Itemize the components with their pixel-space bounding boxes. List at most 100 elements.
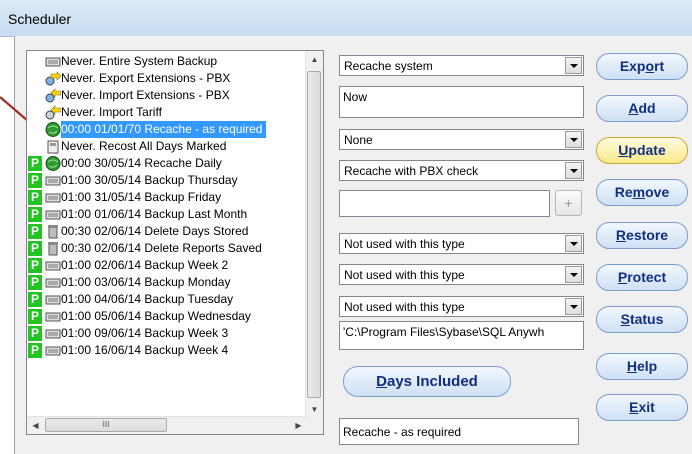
list-item[interactable]: Never. Import Tariff: [27, 104, 307, 121]
tariff-import-icon: [45, 105, 62, 120]
list-item[interactable]: P 01:00 03/06/14 Backup Monday: [27, 274, 307, 291]
extension-export-icon: [45, 71, 62, 86]
list-item[interactable]: P 01:00 04/06/14 Backup Tuesday: [27, 291, 307, 308]
list-item-label: 01:00 04/06/14 Backup Tuesday: [61, 292, 234, 306]
list-item-label: Never. Import Tariff: [61, 105, 162, 119]
option1-select[interactable]: Not used with this type: [339, 233, 584, 254]
description-field[interactable]: Recache - as required: [339, 418, 579, 445]
list-item[interactable]: 00:00 01/01/70 Recache - as required: [27, 121, 307, 138]
list-item-label: 00:00 01/01/70 Recache - as required: [61, 121, 267, 138]
backup-drive-icon: [45, 207, 61, 222]
chevron-down-icon[interactable]: [565, 298, 582, 315]
schedule-list[interactable]: Never. Entire System Backup Never. Export…: [26, 50, 324, 435]
scroll-right-icon[interactable]: ▶: [290, 417, 307, 434]
frequency-value: None: [344, 133, 373, 147]
status-button[interactable]: Status: [596, 306, 688, 333]
list-item[interactable]: P 01:00 01/06/14 Backup Last Month: [27, 206, 307, 223]
scroll-up-icon[interactable]: ▲: [306, 51, 323, 68]
list-item[interactable]: P 01:00 02/06/14 Backup Week 2: [27, 257, 307, 274]
list-item-label: 01:00 01/06/14 Backup Last Month: [61, 207, 248, 221]
list-item[interactable]: P 01:00 16/06/14 Backup Week 4: [27, 342, 307, 359]
list-item[interactable]: P 00:30 02/06/14 Delete Days Stored: [27, 223, 307, 240]
list-item-label: 01:00 02/06/14 Backup Week 2: [61, 258, 229, 272]
task-type-value: Recache system: [344, 59, 433, 73]
list-item-label: 00:30 02/06/14 Delete Reports Saved: [61, 241, 262, 255]
backup-drive-icon: [45, 292, 61, 307]
vertical-scroll-thumb[interactable]: [307, 71, 321, 398]
path-field[interactable]: 'C:\Program Files\Sybase\SQL Anywh: [339, 321, 584, 350]
extension-import-icon: [45, 88, 62, 103]
when-field[interactable]: Now: [339, 86, 584, 118]
list-item[interactable]: P 01:00 09/06/14 Backup Week 3: [27, 325, 307, 342]
list-item-label: 00:00 30/05/14 Recache Daily: [61, 156, 222, 170]
backup-drive-icon: [45, 173, 61, 188]
option3-value: Not used with this type: [344, 300, 465, 314]
protected-flag-icon: P: [28, 343, 42, 358]
list-item-label: Never. Export Extensions - PBX: [61, 71, 231, 85]
list-item[interactable]: Never. Entire System Backup: [27, 53, 307, 70]
protected-flag-icon: P: [28, 292, 42, 307]
list-item[interactable]: P 01:00 31/05/14 Backup Friday: [27, 189, 307, 206]
list-item-label: Never. Recost All Days Marked: [61, 139, 227, 153]
backup-drive-icon: [45, 309, 61, 324]
description-value: Recache - as required: [343, 425, 462, 439]
exit-button[interactable]: Exit: [596, 394, 688, 421]
recache-globe-icon: [45, 122, 61, 137]
horizontal-scroll-thumb[interactable]: III: [45, 418, 167, 432]
task-type-select[interactable]: Recache system: [339, 55, 584, 76]
option2-value: Not used with this type: [344, 268, 465, 282]
restore-button[interactable]: Restore: [596, 222, 688, 249]
scroll-left-icon[interactable]: ◀: [27, 417, 44, 434]
list-item[interactable]: P 00:30 02/06/14 Delete Reports Saved: [27, 240, 307, 257]
list-item[interactable]: Never. Import Extensions - PBX: [27, 87, 307, 104]
vertical-scrollbar[interactable]: ▲ ▼: [305, 51, 323, 418]
protected-flag-icon: P: [28, 156, 42, 171]
add-button[interactable]: Add: [596, 95, 688, 122]
horizontal-scrollbar[interactable]: ◀ III ▶: [27, 416, 307, 434]
update-button[interactable]: Update: [596, 137, 688, 164]
list-item-label: 01:00 05/06/14 Backup Wednesday: [61, 309, 251, 323]
recache-mode-select[interactable]: Recache with PBX check: [339, 160, 584, 181]
list-item-label: Never. Import Extensions - PBX: [61, 88, 230, 102]
path-value: 'C:\Program Files\Sybase\SQL Anywh: [343, 325, 545, 339]
list-item-label: 00:30 02/06/14 Delete Days Stored: [61, 224, 249, 238]
list-item[interactable]: P 01:00 05/06/14 Backup Wednesday: [27, 308, 307, 325]
delete-icon: [45, 241, 61, 256]
backup-drive-icon: [45, 343, 61, 358]
backup-drive-icon: [45, 54, 61, 69]
recost-icon: [45, 139, 61, 154]
scroll-down-icon[interactable]: ▼: [306, 401, 323, 418]
list-item[interactable]: P 00:00 30/05/14 Recache Daily: [27, 155, 307, 172]
list-item[interactable]: Never. Recost All Days Marked: [27, 138, 307, 155]
number-field[interactable]: [339, 190, 550, 217]
option2-select[interactable]: Not used with this type: [339, 264, 584, 285]
frequency-select[interactable]: None: [339, 129, 584, 150]
chevron-down-icon[interactable]: [565, 162, 582, 179]
protected-flag-icon: P: [28, 207, 42, 222]
protect-button[interactable]: Protect: [596, 264, 688, 291]
option3-select[interactable]: Not used with this type: [339, 296, 584, 317]
recache-mode-value: Recache with PBX check: [344, 164, 479, 178]
backup-drive-icon: [45, 190, 61, 205]
chevron-down-icon[interactable]: [565, 57, 582, 74]
window-title: Scheduler: [8, 11, 72, 27]
list-item-label: 01:00 09/06/14 Backup Week 3: [61, 326, 229, 340]
list-item[interactable]: Never. Export Extensions - PBX: [27, 70, 307, 87]
help-button[interactable]: Help: [596, 353, 688, 380]
chevron-down-icon[interactable]: [565, 235, 582, 252]
protected-flag-icon: P: [28, 258, 42, 273]
backup-drive-icon: [45, 258, 61, 273]
days-included-button[interactable]: Days Included: [343, 366, 511, 397]
list-item-label: 01:00 30/05/14 Backup Thursday: [61, 173, 238, 187]
title-bar: Scheduler: [0, 0, 692, 37]
chevron-down-icon[interactable]: [565, 131, 582, 148]
plus-button[interactable]: +: [555, 190, 582, 216]
when-value: Now: [343, 90, 368, 104]
remove-button[interactable]: Remove: [596, 179, 688, 206]
list-item[interactable]: P 01:00 30/05/14 Backup Thursday: [27, 172, 307, 189]
protected-flag-icon: P: [28, 173, 42, 188]
export-button[interactable]: Export: [596, 53, 688, 80]
protected-flag-icon: P: [28, 224, 42, 239]
chevron-down-icon[interactable]: [565, 266, 582, 283]
option1-value: Not used with this type: [344, 237, 465, 251]
